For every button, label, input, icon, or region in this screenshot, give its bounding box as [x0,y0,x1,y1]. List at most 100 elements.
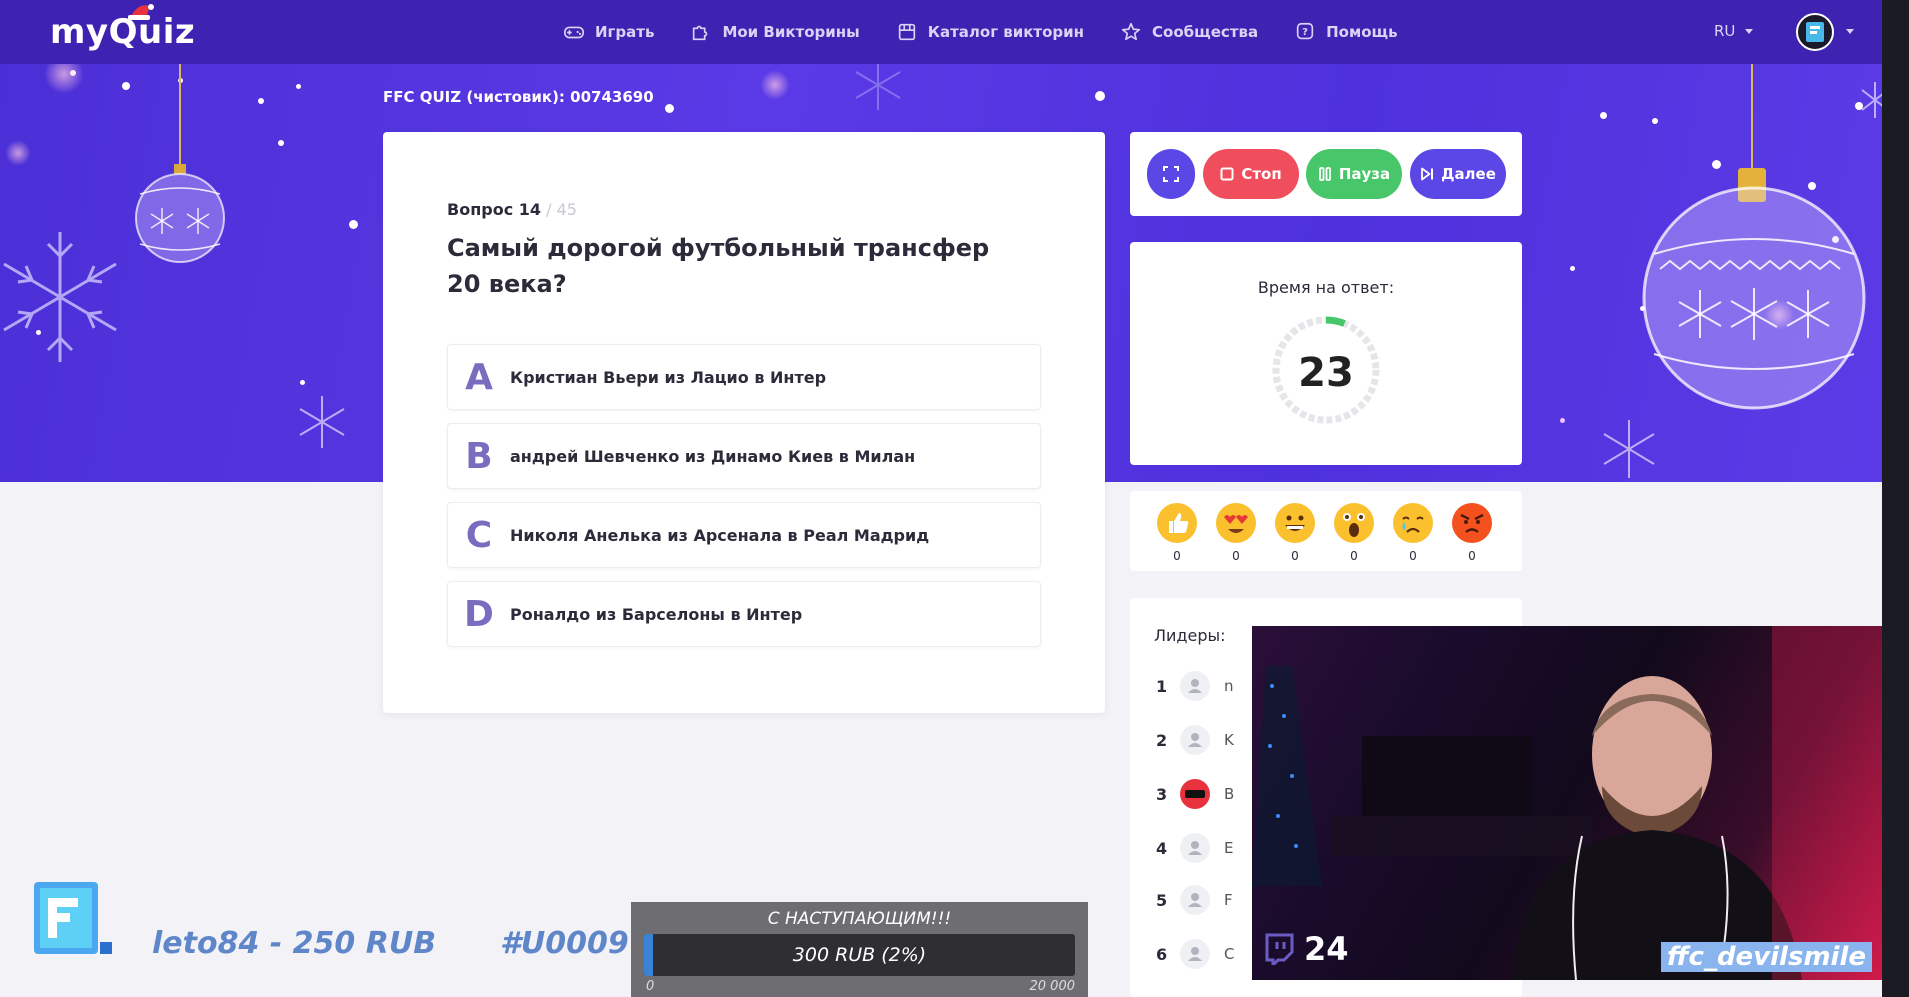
answer-option-c[interactable]: C Николя Анелька из Арсенала в Реал Мадр… [447,502,1041,568]
pause-label: Пауза [1338,165,1391,183]
answer-letter: C [465,514,493,556]
snow-dot [278,140,284,146]
ufl-logo-avatar [1180,779,1210,809]
reaction-count: 0 [1409,549,1417,563]
grin-icon [1275,503,1315,543]
user-avatar-icon [1180,939,1210,969]
leaderboard-title: Лидеры: [1154,626,1226,645]
nav-item-play[interactable]: Играть [563,21,654,43]
user-avatar-icon [1180,833,1210,863]
stop-icon [1220,167,1234,181]
reaction-thumbs-up[interactable]: 0 [1155,503,1199,563]
nav-label: Мои Викторины [722,23,860,41]
leader-row[interactable]: 2 K [1156,722,1234,758]
puzzle-icon [693,25,708,41]
timer-value: 23 [1298,350,1354,396]
leader-rank: 4 [1156,838,1168,858]
stop-label: Стоп [1241,165,1282,183]
pause-icon [1318,167,1331,181]
answer-option-a[interactable]: A Кристиан Вьери из Лацио в Интер [447,344,1041,410]
leader-row[interactable]: 6 C [1156,936,1234,972]
user-avatar[interactable] [1796,13,1834,51]
reaction-count: 0 [1232,549,1240,563]
skip-next-icon [1421,167,1434,181]
reaction-count: 0 [1468,549,1476,563]
svg-text:?: ? [1302,27,1308,38]
answer-text: Роналдо из Барселоны в Интер [510,604,803,624]
snow-dot [665,104,674,113]
snow-dot [122,82,130,90]
quiz-code-label: FFC QUIZ (чистовик): 00743690 [383,88,654,106]
question-text: Самый дорогой футбольный трансфер 20 век… [447,234,990,298]
leader-rank: 6 [1156,944,1168,964]
reaction-crying[interactable]: 0 [1391,503,1435,563]
snowflake-icon [3,232,117,362]
reaction-count: 0 [1291,549,1299,563]
reaction-count: 0 [1173,549,1181,563]
goal-max: 20 000 [1029,979,1076,994]
leader-rank: 5 [1156,890,1168,910]
reaction-heart-eyes[interactable]: 0 [1214,503,1258,563]
snow-dot [300,380,305,385]
star-icon [1121,22,1141,41]
twitch-icon [1265,933,1294,965]
nav-label: Помощь [1326,23,1398,41]
leader-rank: 3 [1156,784,1168,804]
channel-name: ffc_devilsmile [1660,942,1872,972]
stop-button[interactable]: Стоп [1203,149,1299,199]
nav-item-my-quizzes[interactable]: Мои Викторины [690,21,860,43]
timer-label: Время на ответ: [1257,278,1395,297]
leader-rank: 2 [1156,730,1168,750]
leader-row[interactable]: 1 n [1156,668,1234,704]
viewer-count-value: 24 [1304,930,1349,968]
christmas-ornament-icon [135,64,225,263]
pause-button[interactable]: Пауза [1306,149,1402,199]
goal-title: С НАСТУПАЮЩИМ!!! [767,909,952,929]
goal-progress-bar: 300 RUB (2%) [644,934,1075,976]
snow-dot [1095,91,1105,101]
reaction-grin[interactable]: 0 [1273,503,1317,563]
christmas-ornament-icon [1642,64,1866,410]
next-button[interactable]: Далее [1410,149,1506,199]
language-selector[interactable]: RU [1714,22,1754,40]
nav-label: Каталог викторин [927,23,1085,41]
site-logo[interactable]: myQuiz [50,4,196,52]
goal-amount: 300 RUB (2%) [792,944,927,966]
reaction-angry[interactable]: 0 [1450,503,1494,563]
answer-option-b[interactable]: B андрей Шевченко из Динамо Киев в Милан [447,423,1041,489]
leader-rank: 1 [1156,676,1168,696]
user-avatar-icon [1180,671,1210,701]
leader-name: F [1224,891,1233,909]
fullscreen-button[interactable] [1147,149,1195,199]
nav-item-help[interactable]: ? Помощь [1294,21,1398,43]
answer-text: Николя Анелька из Арсенала в Реал Мадрид [510,525,930,545]
reactions-bar: 0 0 0 0 0 0 [1130,491,1522,571]
answer-option-d[interactable]: D Роналдо из Барселоны в Интер [447,581,1041,647]
help-icon: ? [1296,22,1314,40]
answer-letter: A [465,356,493,398]
user-avatar-icon [1180,725,1210,755]
language-label: RU [1714,22,1736,40]
store-icon [898,23,915,41]
nav-item-catalog[interactable]: Каталог викторин [896,21,1084,43]
leader-row[interactable]: 5 F [1156,882,1233,918]
leader-name: B [1224,785,1235,803]
snow-dot [258,98,264,104]
goal-min: 0 [646,979,655,994]
angry-icon [1452,503,1492,543]
viewer-count: 24 [1264,930,1349,968]
leader-row[interactable]: 3 B [1156,776,1234,812]
chevron-down-icon[interactable] [1846,29,1854,34]
reaction-shocked[interactable]: 0 [1332,503,1376,563]
nav-label: Сообщества [1152,23,1259,41]
gamepad-icon [564,26,584,39]
answer-text: андрей Шевченко из Динамо Киев в Милан [510,446,916,466]
nav-item-communities[interactable]: Сообщества [1120,21,1258,43]
leader-name: K [1224,731,1234,749]
snow-dot [1560,418,1565,423]
leader-row[interactable]: 4 E [1156,830,1233,866]
host-controls: Стоп Пауза Далее [1130,132,1522,216]
chevron-down-icon [1745,28,1754,34]
logo-text: myQuiz [50,12,196,52]
webcam-scene [1252,626,1882,980]
